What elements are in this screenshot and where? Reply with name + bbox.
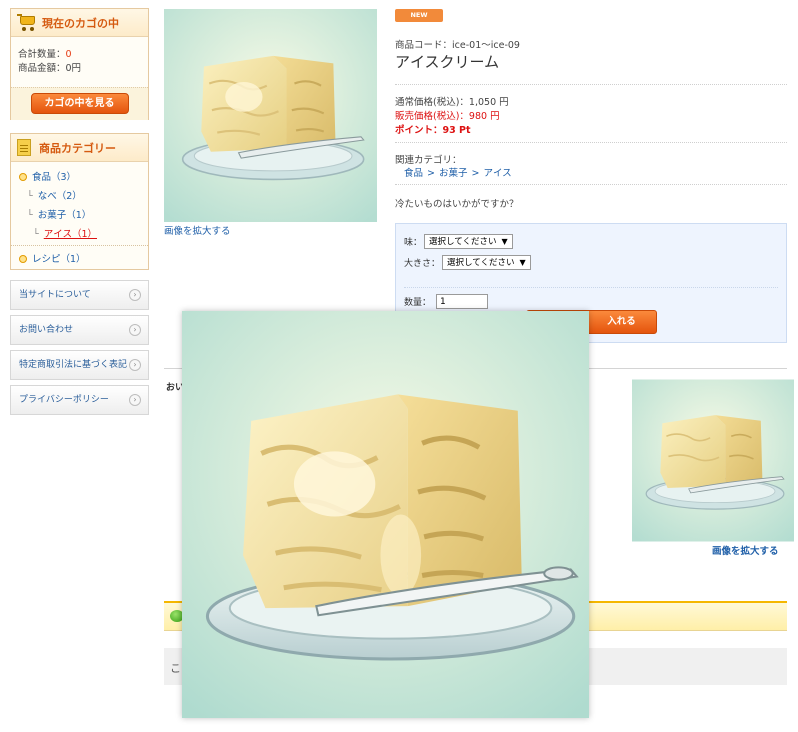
product-code-value: ice-01〜ice-09 bbox=[452, 40, 520, 51]
category-item-ice[interactable]: └ アイス（1） bbox=[33, 226, 97, 240]
points-label: ポイント： bbox=[395, 125, 443, 136]
flavor-select-value: 選択してください bbox=[429, 237, 497, 247]
cart-count-label: 合計数量： bbox=[18, 49, 66, 60]
product-title: アイスクリーム bbox=[395, 53, 500, 71]
about-site-label: 当サイトについて bbox=[19, 290, 91, 300]
category-link-active[interactable]: アイス（1） bbox=[44, 229, 97, 240]
regular-price: 通常価格(税込)：1,050 円 bbox=[395, 94, 509, 108]
cart-box-header: 現在のカゴの中 bbox=[11, 9, 148, 37]
bullet-icon bbox=[19, 255, 27, 263]
ice-cream-illustration bbox=[632, 379, 794, 542]
enlarged-image-overlay[interactable] bbox=[182, 311, 589, 718]
category-link[interactable]: レシピ（1） bbox=[32, 254, 86, 265]
enlarge-image-link[interactable]: 画像を拡大する bbox=[164, 223, 231, 237]
category-box-header: 商品カテゴリー bbox=[11, 134, 148, 162]
points: ポイント：93 Pt bbox=[395, 122, 471, 136]
product-description: 冷たいものはいかがですか？ bbox=[395, 199, 519, 210]
divider bbox=[395, 84, 787, 85]
category-item-pot[interactable]: └ なべ（2） bbox=[27, 188, 82, 202]
breadcrumb-separator: > bbox=[471, 168, 480, 179]
flavor-select[interactable]: 選択してください ▼ bbox=[424, 234, 513, 249]
related-category-breadcrumb: 食品 > お菓子 > アイス bbox=[404, 165, 512, 179]
add-to-cart-label: 入れる bbox=[607, 316, 636, 327]
cart-summary: 合計数量：0 商品金額：0円 bbox=[11, 37, 148, 76]
category-box-title: 商品カテゴリー bbox=[39, 141, 116, 155]
size-select[interactable]: 選択してください ▼ bbox=[442, 255, 531, 270]
cart-button-area: カゴの中を見る bbox=[11, 87, 148, 120]
category-link[interactable]: お菓子（1） bbox=[38, 210, 92, 221]
privacy-policy-label: プライバシーポリシー bbox=[19, 395, 109, 405]
chevron-right-icon: › bbox=[129, 359, 141, 371]
category-link[interactable]: 食品（3） bbox=[32, 172, 76, 183]
breadcrumb-separator: > bbox=[427, 168, 435, 179]
sale-price: 販売価格(税込)：980 円 bbox=[395, 108, 500, 122]
privacy-policy-button[interactable]: プライバシーポリシー › bbox=[10, 385, 149, 415]
legal-notice-label: 特定商取引法に基づく表記 bbox=[19, 360, 128, 370]
flavor-label: 味： bbox=[404, 238, 423, 248]
view-cart-button[interactable]: カゴの中を見る bbox=[30, 93, 129, 114]
size-row: 大きさ： 選択してください ▼ bbox=[404, 255, 531, 270]
divider bbox=[395, 142, 787, 143]
flavor-row: 味： 選択してください ▼ bbox=[404, 234, 513, 249]
cart-amount-label: 商品金額： bbox=[18, 63, 66, 74]
ice-cream-illustration bbox=[164, 9, 377, 222]
cart-amount-value: 0円 bbox=[65, 63, 82, 74]
tree-branch-icon: └ bbox=[33, 229, 39, 240]
category-item-sweets[interactable]: └ お菓子（1） bbox=[27, 207, 91, 221]
chevron-right-icon: › bbox=[129, 324, 141, 336]
gray-section-text: こ bbox=[170, 662, 181, 675]
sale-price-value: 980 円 bbox=[468, 111, 500, 122]
tree-branch-icon: └ bbox=[27, 191, 33, 202]
points-value: 93 Pt bbox=[442, 125, 471, 136]
quantity-input[interactable] bbox=[436, 294, 489, 309]
about-site-button[interactable]: 当サイトについて › bbox=[10, 280, 149, 310]
product-code-label: 商品コード： bbox=[395, 40, 453, 51]
document-icon bbox=[17, 139, 31, 156]
category-box: 商品カテゴリー 食品（3） └ なべ（2） └ お菓子（1） └ アイス（1） レシピ… bbox=[10, 133, 149, 270]
regular-price-label: 通常価格(税込)： bbox=[395, 97, 469, 108]
chevron-right-icon: › bbox=[129, 289, 141, 301]
new-badge: NEW bbox=[395, 9, 443, 22]
panel-divider bbox=[404, 287, 778, 288]
ice-cream-illustration-large bbox=[182, 311, 589, 718]
size-select-value: 選択してください bbox=[447, 258, 515, 268]
breadcrumb-link[interactable]: 食品 bbox=[404, 168, 423, 179]
cart-box-title: 現在のカゴの中 bbox=[42, 16, 119, 30]
category-item-food[interactable]: 食品（3） bbox=[19, 169, 76, 183]
category-divider bbox=[11, 245, 148, 246]
bullet-icon bbox=[19, 173, 27, 181]
breadcrumb-link[interactable]: アイス bbox=[483, 168, 511, 179]
product-code: 商品コード：ice-01〜ice-09 bbox=[395, 37, 520, 51]
dropdown-arrow-icon: ▼ bbox=[501, 237, 508, 246]
sub-product-image[interactable] bbox=[632, 379, 794, 542]
contact-label: お問い合わせ bbox=[19, 325, 74, 335]
tree-branch-icon: └ bbox=[27, 210, 33, 221]
shopping-cart-icon bbox=[17, 13, 37, 32]
quantity-row: 数量： bbox=[404, 294, 489, 309]
product-image[interactable] bbox=[164, 9, 377, 222]
legal-notice-button[interactable]: 特定商取引法に基づく表記 › bbox=[10, 350, 149, 380]
quantity-label: 数量： bbox=[404, 298, 432, 308]
cart-count-value: 0 bbox=[65, 49, 72, 60]
cart-box: 現在のカゴの中 合計数量：0 商品金額：0円 カゴの中を見る bbox=[10, 8, 149, 120]
enlarge-sub-image-link[interactable]: 画像を拡大する bbox=[712, 543, 779, 557]
contact-button[interactable]: お問い合わせ › bbox=[10, 315, 149, 345]
chevron-right-icon: › bbox=[129, 394, 141, 406]
size-label: 大きさ： bbox=[404, 259, 441, 269]
breadcrumb-link[interactable]: お菓子 bbox=[439, 168, 468, 179]
sale-price-label: 販売価格(税込)： bbox=[395, 111, 469, 122]
related-category-label: 関連カテゴリ： bbox=[395, 155, 462, 166]
category-link[interactable]: なべ（2） bbox=[38, 191, 82, 202]
regular-price-value: 1,050 円 bbox=[468, 97, 509, 108]
dropdown-arrow-icon: ▼ bbox=[519, 258, 526, 267]
category-item-recipe[interactable]: レシピ（1） bbox=[19, 251, 86, 265]
divider bbox=[395, 184, 787, 185]
